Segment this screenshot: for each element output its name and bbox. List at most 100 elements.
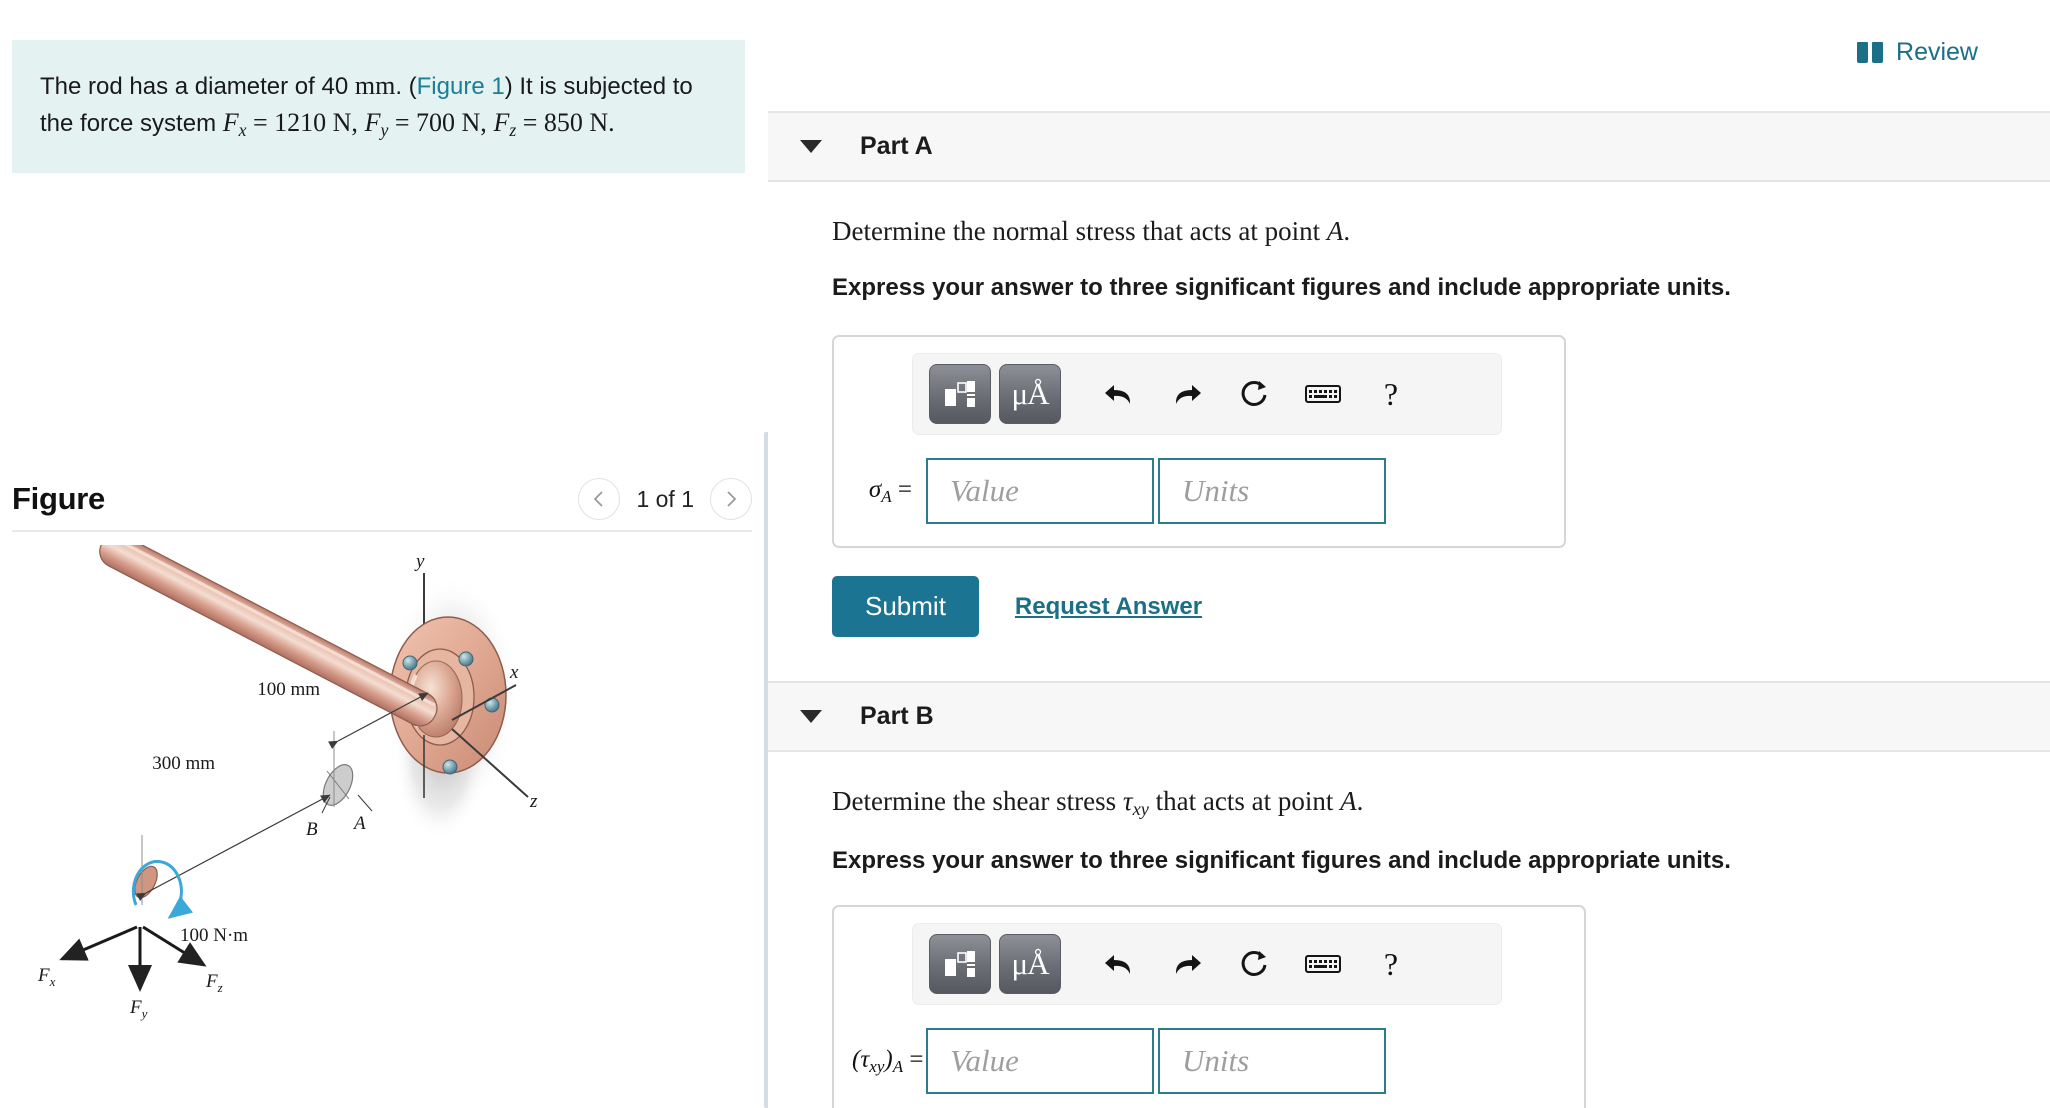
figure-diagram[interactable]: y x z 100 mm 300 mm A B 100 N·m Fx Fy Fz	[0, 533, 768, 1105]
part-b-question-pre: Determine the shear stress	[832, 786, 1123, 816]
part-a-request-answer-link[interactable]: Request Answer	[1015, 593, 1202, 621]
fz-symbol: F	[493, 107, 510, 137]
force-fx-label: Fx	[37, 965, 56, 989]
part-b-point-var: A	[1340, 786, 1357, 816]
part-b-question-mid: that acts at point	[1148, 786, 1341, 816]
help-button[interactable]: ?	[1361, 365, 1421, 423]
undo-button[interactable]	[1089, 935, 1149, 993]
part-b-instruction: Express your answer to three significant…	[832, 847, 1731, 875]
part-a-submit-button[interactable]: Submit	[832, 576, 979, 637]
force-fz-label: Fz	[205, 971, 223, 995]
part-a-value-input[interactable]	[926, 458, 1154, 524]
review-button[interactable]: Review	[1857, 38, 1978, 67]
fy-value: = 700 N,	[388, 107, 487, 137]
redo-button[interactable]	[1157, 365, 1217, 423]
redo-button[interactable]	[1157, 935, 1217, 993]
y-axis-label: y	[414, 551, 425, 572]
point-a-subscript: A	[892, 1056, 904, 1076]
math-template-button[interactable]	[929, 934, 991, 995]
caret-down-icon	[800, 710, 822, 723]
reset-button[interactable]	[1225, 935, 1285, 993]
chevron-right-icon	[727, 491, 737, 507]
dim-100-label: 100 mm	[257, 679, 320, 700]
figure-divider	[12, 530, 752, 532]
part-a-instruction: Express your answer to three significant…	[832, 274, 1731, 301]
fx-value: = 1210 N,	[246, 107, 358, 137]
reset-circular-arrow-icon	[1241, 951, 1267, 977]
figure-pagination: 1 of 1	[578, 478, 752, 520]
x-axis-label: x	[509, 662, 519, 683]
figure-prev-button[interactable]	[578, 478, 621, 520]
undo-arrow-icon	[1105, 955, 1131, 975]
dim-300-line	[136, 794, 331, 901]
flange-bolt	[402, 655, 418, 671]
point-A-leader	[357, 794, 373, 812]
math-template-button[interactable]	[929, 364, 991, 424]
point-A-label: A	[352, 813, 366, 834]
section-plane-AB	[322, 764, 354, 806]
fz-value: = 850 N.	[516, 107, 615, 137]
torque-label: 100 N·m	[180, 925, 248, 946]
mu-angstrom-icon: μÅ	[1011, 376, 1049, 411]
fx-symbol: F	[222, 107, 239, 137]
tau-subscript: xy	[1132, 799, 1149, 820]
keyboard-button[interactable]	[1293, 935, 1353, 993]
paren-close: )	[884, 1045, 893, 1073]
mu-angstrom-icon: μÅ	[1011, 946, 1049, 982]
figure-1-link[interactable]: Figure 1	[417, 73, 505, 100]
chevron-left-icon	[594, 491, 604, 507]
part-b-variable-label: (τxy)A =	[852, 1045, 923, 1077]
figure-header: Figure 1 of 1	[12, 478, 752, 520]
part-b-wrap: Part B Determine the shear stress τxy th…	[768, 681, 2050, 1108]
part-a-body: Determine the normal stress that acts at…	[768, 216, 2050, 637]
redo-arrow-icon	[1175, 385, 1201, 404]
math-template-icon	[945, 951, 975, 978]
tau-xy-subscript: xy	[869, 1056, 885, 1076]
part-a-variable-label: σA =	[852, 476, 912, 507]
problem-text-part2: . (	[395, 73, 417, 100]
review-row: Review	[768, 0, 2050, 67]
equals-sign: =	[891, 475, 912, 503]
keyboard-button[interactable]	[1293, 365, 1353, 423]
part-a-math-toolbar: μÅ ?	[912, 353, 1502, 435]
problem-statement: The rod has a diameter of 40 mm. (Figure…	[12, 40, 745, 173]
part-a-question-pre: Determine the normal stress that acts at…	[832, 216, 1327, 246]
undo-button[interactable]	[1089, 365, 1149, 423]
redo-arrow-icon	[1175, 955, 1201, 975]
book-icon	[1857, 42, 1884, 63]
help-button[interactable]: ?	[1361, 935, 1421, 993]
units-button[interactable]: μÅ	[999, 934, 1061, 995]
left-pane: The rod has a diameter of 40 mm. (Figure…	[0, 0, 768, 1108]
part-b-field-row: (τxy)A =	[834, 1028, 1584, 1095]
part-b-label: Part B	[860, 702, 934, 730]
point-B-label: B	[306, 819, 318, 840]
part-a-label: Part A	[860, 132, 933, 160]
part-b-header[interactable]: Part B	[768, 681, 2050, 752]
force-fx-arrow	[59, 925, 138, 961]
units-button[interactable]: μÅ	[999, 364, 1061, 424]
flange-bolt	[442, 759, 458, 775]
part-a-question-post: .	[1343, 216, 1351, 246]
part-a-question: Determine the normal stress that acts at…	[832, 216, 2050, 247]
math-template-icon	[945, 381, 975, 407]
figure-next-button[interactable]	[710, 478, 752, 520]
part-a-units-input[interactable]	[1158, 458, 1386, 524]
review-label: Review	[1896, 38, 1978, 66]
part-b-answer-box: μÅ ? (τxy)A = Value Units	[832, 905, 1586, 1108]
part-b-units-input[interactable]	[1158, 1028, 1386, 1095]
z-axis-label: z	[529, 791, 538, 812]
part-b-math-toolbar: μÅ ?	[912, 923, 1502, 1006]
question-mark-icon: ?	[1383, 375, 1399, 412]
part-b-value-input[interactable]	[926, 1028, 1154, 1095]
dim-300-label: 300 mm	[152, 753, 215, 774]
part-a-field-row: σA =	[834, 458, 1564, 524]
reset-button[interactable]	[1225, 365, 1285, 423]
unit-mm: mm	[354, 71, 396, 100]
sigma-symbol: σ	[868, 475, 882, 503]
equals-sign: =	[903, 1045, 924, 1073]
problem-text-part1: The rod has a diameter of 40	[40, 73, 355, 100]
part-a-actions: Submit Request Answer	[832, 576, 2050, 637]
part-a-header[interactable]: Part A	[768, 111, 2050, 182]
undo-arrow-icon	[1105, 385, 1131, 404]
app-root: The rod has a diameter of 40 mm. (Figure…	[0, 0, 2050, 1108]
